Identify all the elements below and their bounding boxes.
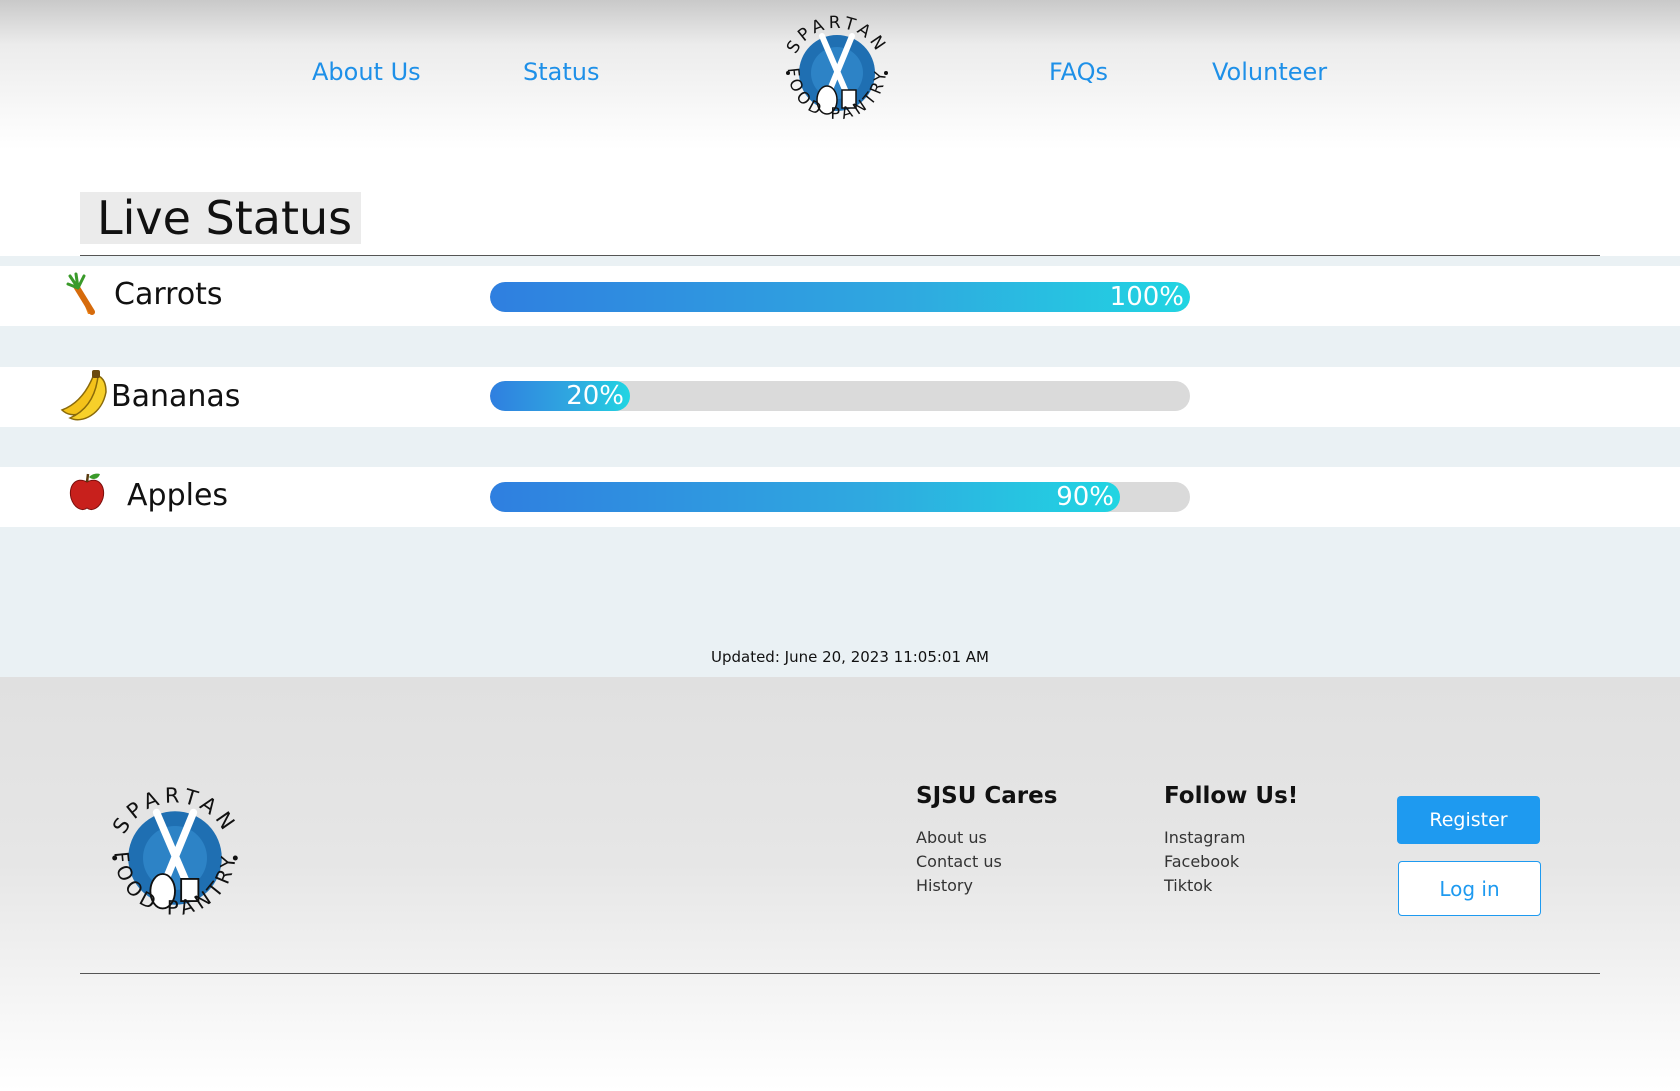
- banana-icon: [60, 370, 107, 421]
- spartan-food-pantry-logo: SPARTAN FOOD PANTRY: [783, 13, 888, 123]
- footer-divider: [80, 973, 1600, 974]
- footer-logo[interactable]: SPARTAN FOOD PANTRY: [95, 778, 255, 938]
- updated-timestamp: Updated: June 20, 2023 11:05:01 AM: [710, 648, 989, 666]
- status-row-carrots: Carrots 100%: [0, 266, 1680, 326]
- status-item-label: Carrots: [114, 277, 223, 312]
- status-progress-track: 100%: [490, 282, 1190, 312]
- footer-heading-follow-us: Follow Us!: [1164, 783, 1299, 809]
- status-progress-fill: 20%: [490, 381, 630, 411]
- login-button[interactable]: Log in: [1398, 861, 1541, 916]
- spartan-food-pantry-logo: SPARTAN FOOD PANTRY: [108, 783, 238, 920]
- register-button[interactable]: Register: [1397, 796, 1540, 844]
- page-title: Live Status: [97, 191, 353, 245]
- footer-link-contact-us[interactable]: Contact us: [916, 852, 1002, 871]
- status-progress-label: 20%: [566, 381, 624, 411]
- footer-link-about-us[interactable]: About us: [916, 828, 987, 847]
- updated-timestamp-wrapper: Updated: June 20, 2023 11:05:01 AM: [0, 648, 1680, 666]
- footer-link-instagram[interactable]: Instagram: [1164, 828, 1245, 847]
- apple-icon: [69, 473, 105, 511]
- status-item-label: Apples: [127, 478, 229, 513]
- status-progress-label: 100%: [1109, 282, 1184, 312]
- nav-volunteer[interactable]: Volunteer: [1212, 58, 1327, 86]
- status-row-apples: Apples 90%: [0, 467, 1680, 527]
- status-progress-track: 90%: [490, 482, 1190, 512]
- status-item-label: Bananas: [111, 379, 241, 414]
- carrot-icon: [66, 272, 95, 315]
- status-progress-fill: 100%: [490, 282, 1190, 312]
- status-progress-fill: 90%: [490, 482, 1120, 512]
- header-logo[interactable]: SPARTAN FOOD PANTRY: [772, 8, 902, 138]
- status-row-bananas: Bananas 20%: [0, 367, 1680, 427]
- nav-status[interactable]: Status: [523, 58, 599, 86]
- footer-link-tiktok[interactable]: Tiktok: [1164, 876, 1212, 895]
- footer-heading-sjsu-cares: SJSU Cares: [916, 783, 1058, 809]
- footer-link-facebook[interactable]: Facebook: [1164, 852, 1239, 871]
- nav-about-us[interactable]: About Us: [312, 58, 421, 86]
- status-progress-track: 20%: [490, 381, 1190, 411]
- footer-link-history[interactable]: History: [916, 876, 973, 895]
- nav-faqs[interactable]: FAQs: [1049, 58, 1108, 86]
- site-header: About Us Status SPARTAN FOOD PANTRY FAQs…: [0, 0, 1680, 150]
- status-progress-label: 90%: [1056, 482, 1114, 512]
